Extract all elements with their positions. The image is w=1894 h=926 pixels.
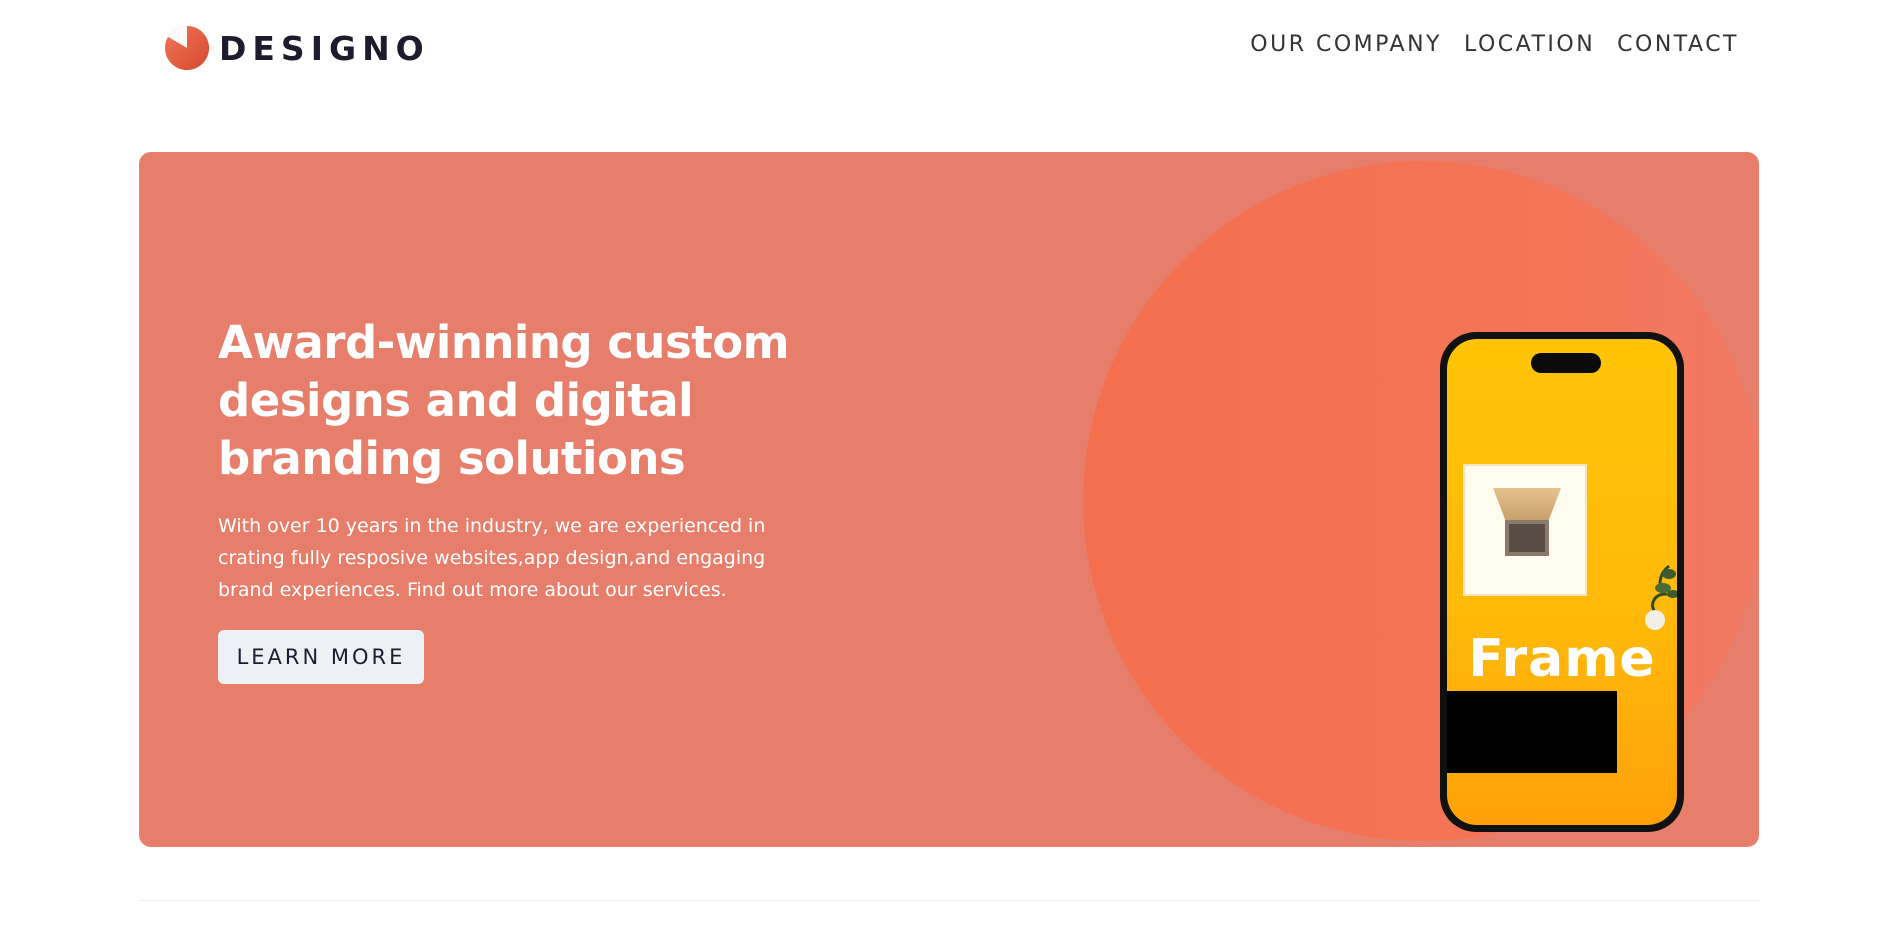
hero-title: Award-winning custom designs and digital… bbox=[218, 316, 790, 485]
nav-item-location[interactable]: LOCATION bbox=[1464, 32, 1595, 57]
phone-notch bbox=[1531, 353, 1601, 373]
window-illustration bbox=[1463, 464, 1587, 596]
site-header: DESIGNO OUR COMPANY LOCATION CONTACT bbox=[0, 0, 1894, 96]
window-shade bbox=[1493, 488, 1561, 520]
nav-item-our-company[interactable]: OUR COMPANY bbox=[1250, 32, 1442, 57]
hero-description: With over 10 years in the industry, we a… bbox=[218, 515, 766, 601]
learn-more-button[interactable]: LEARN MORE bbox=[218, 630, 424, 684]
phone-placeholder-block bbox=[1447, 691, 1617, 773]
hero-banner: Award-winning custom designs and digital… bbox=[139, 152, 1759, 847]
logo-link[interactable]: DESIGNO bbox=[165, 25, 430, 71]
plant-icon bbox=[1645, 564, 1677, 630]
phone-screen-image: Frame bbox=[1447, 339, 1677, 825]
section-divider bbox=[139, 900, 1759, 901]
phone-mockup: Frame bbox=[1440, 332, 1684, 832]
brand-name: DESIGNO bbox=[219, 28, 430, 68]
orange-circle-logo-icon bbox=[165, 26, 209, 70]
phone-frame-label: Frame bbox=[1468, 629, 1656, 689]
nav-item-contact[interactable]: CONTACT bbox=[1617, 32, 1739, 57]
window-glass bbox=[1505, 520, 1549, 556]
main-nav: OUR COMPANY LOCATION CONTACT bbox=[1250, 32, 1739, 57]
